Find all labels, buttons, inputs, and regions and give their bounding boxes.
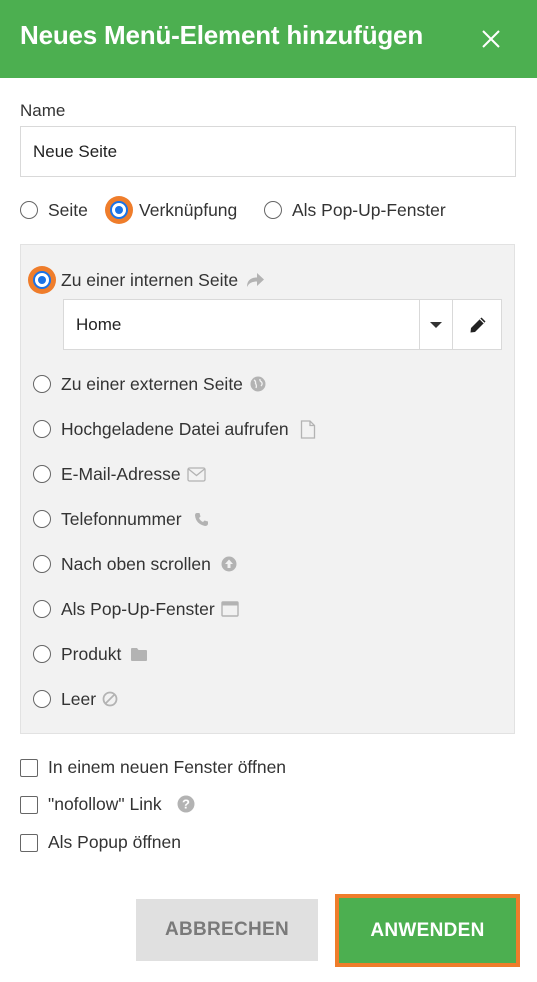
edit-page-button[interactable] <box>452 299 502 350</box>
radio-popup[interactable] <box>264 201 282 219</box>
page-select[interactable]: Home <box>63 299 453 350</box>
empty-label[interactable]: Leer <box>61 689 96 710</box>
cancel-button[interactable]: ABBRECHEN <box>136 899 318 961</box>
dialog-title: Neues Menü-Element hinzufügen <box>20 20 424 50</box>
scroll-top-label[interactable]: Nach oben scrollen <box>61 554 211 575</box>
caret-down-icon[interactable] <box>419 300 453 349</box>
popup-label[interactable]: Als Popup öffnen <box>48 832 181 853</box>
phone-label[interactable]: Telefonnummer <box>61 509 182 530</box>
radio-scroll-top[interactable] <box>33 555 51 573</box>
checkbox-popup[interactable] <box>20 834 38 852</box>
folder-icon <box>131 648 147 661</box>
checkbox-new-window[interactable] <box>20 759 38 777</box>
radio-email[interactable] <box>33 465 51 483</box>
radio-popup-label[interactable]: Als Pop-Up-Fenster <box>292 200 446 221</box>
external-page-label[interactable]: Zu einer externen Seite <box>61 374 243 395</box>
arrow-up-circle-icon <box>221 556 237 572</box>
radio-internal-page-focus[interactable] <box>28 266 56 294</box>
email-label[interactable]: E-Mail-Adresse <box>61 464 181 485</box>
nofollow-label[interactable]: "nofollow" Link <box>48 794 162 815</box>
radio-seite-label[interactable]: Seite <box>48 200 88 221</box>
close-button[interactable] <box>476 24 506 54</box>
globe-icon <box>250 376 266 392</box>
radio-internal-page[interactable] <box>33 271 51 289</box>
page-select-value: Home <box>76 315 122 334</box>
product-label[interactable]: Produkt <box>61 644 121 665</box>
phone-icon <box>195 513 208 526</box>
apply-button[interactable]: ANWENDEN <box>339 898 516 963</box>
radio-phone[interactable] <box>33 510 51 528</box>
internal-page-label[interactable]: Zu einer internen Seite <box>61 270 238 291</box>
envelope-icon <box>187 467 206 482</box>
file-icon <box>300 420 316 439</box>
question-circle-icon[interactable]: ? <box>177 795 195 813</box>
name-input[interactable] <box>20 126 516 177</box>
radio-product[interactable] <box>33 645 51 663</box>
radio-popup-window[interactable] <box>33 600 51 618</box>
new-window-label[interactable]: In einem neuen Fenster öffnen <box>48 757 286 778</box>
name-label: Name <box>20 101 66 120</box>
radio-verknuepfung-focus[interactable] <box>105 196 133 224</box>
radio-seite[interactable] <box>20 201 38 219</box>
radio-empty[interactable] <box>33 690 51 708</box>
pencil-icon <box>470 317 486 333</box>
radio-verknuepfung-label[interactable]: Verknüpfung <box>139 200 237 221</box>
ban-icon <box>102 691 118 707</box>
svg-text:?: ? <box>182 797 190 812</box>
checkbox-nofollow[interactable] <box>20 796 38 814</box>
radio-verknuepfung[interactable] <box>110 201 128 219</box>
share-arrow-icon <box>247 273 264 287</box>
radio-external-page[interactable] <box>33 375 51 393</box>
close-icon <box>482 30 500 48</box>
radio-uploaded-file[interactable] <box>33 420 51 438</box>
dialog-header: Neues Menü-Element hinzufügen <box>0 0 537 78</box>
window-icon <box>221 601 239 617</box>
uploaded-file-label[interactable]: Hochgeladene Datei aufrufen <box>61 419 289 440</box>
popup-window-label[interactable]: Als Pop-Up-Fenster <box>61 599 215 620</box>
